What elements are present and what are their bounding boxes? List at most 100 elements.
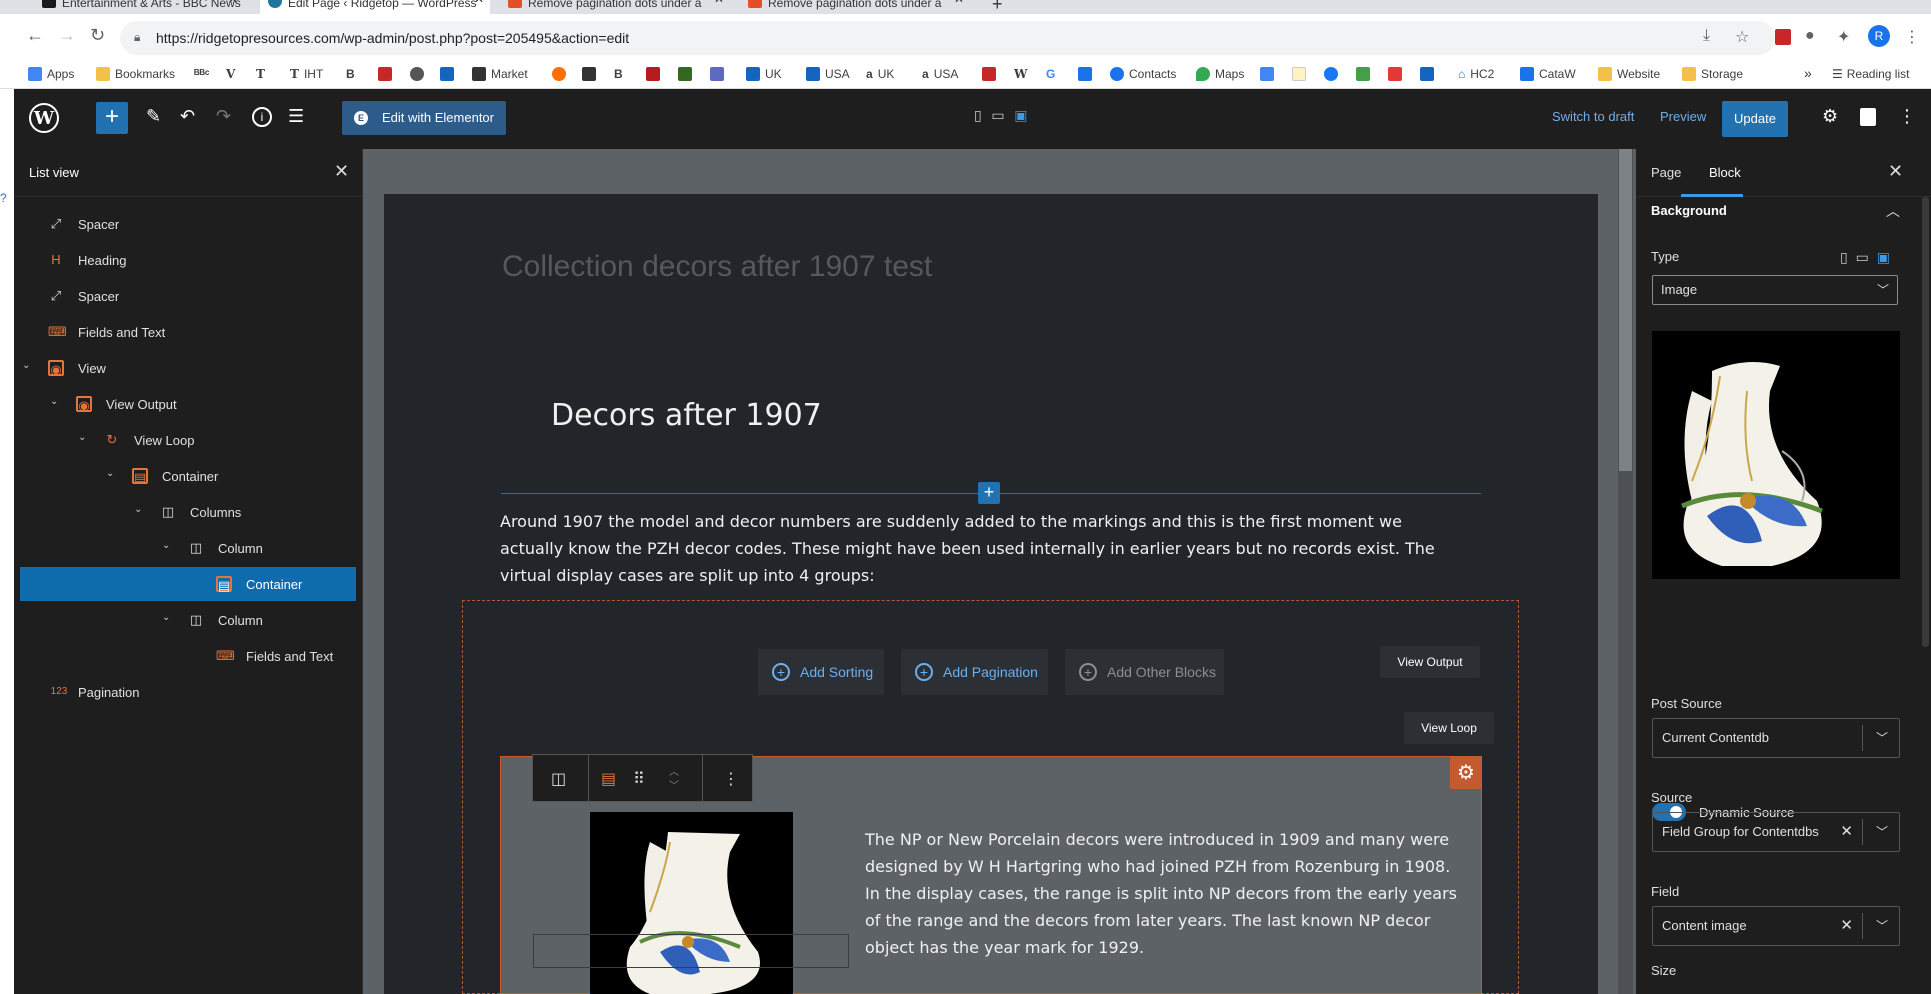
bookmark-site[interactable] bbox=[582, 67, 601, 81]
bookmark-site[interactable]: ᴮᴮᶜ bbox=[194, 67, 209, 81]
intro-paragraph[interactable]: Around 1907 the model and decor numbers … bbox=[500, 508, 1470, 589]
profile-avatar[interactable]: R bbox=[1868, 25, 1890, 47]
source-select[interactable]: Field Group for Contentdbs ✕ ﹀ bbox=[1652, 812, 1900, 852]
container-block-icon[interactable]: ▤ bbox=[601, 769, 616, 789]
list-view-item[interactable]: ⌨ Fields and Text bbox=[20, 639, 356, 673]
bookmark-site[interactable] bbox=[410, 67, 429, 81]
reading-list-button[interactable]: ☰ Reading list bbox=[1832, 67, 1909, 81]
background-section-title[interactable]: Background bbox=[1651, 203, 1727, 218]
bookmark-market[interactable]: Market bbox=[472, 67, 528, 81]
list-view-item[interactable]: ⌄ ▤ Container bbox=[20, 459, 356, 493]
bookmark-site[interactable] bbox=[1388, 67, 1407, 81]
tab-block[interactable]: Block bbox=[1709, 165, 1741, 180]
bookmark-hc2[interactable]: ⌂ HC2 bbox=[1458, 67, 1494, 81]
drag-handle-icon[interactable]: ⠿ bbox=[633, 769, 645, 789]
close-sidebar-icon[interactable]: ✕ bbox=[1888, 161, 1903, 182]
list-view-item[interactable]: ⌨ Fields and Text bbox=[20, 315, 356, 349]
bookmark-site[interactable] bbox=[1260, 67, 1279, 81]
background-type-select[interactable]: Image ﹀ bbox=[1652, 275, 1898, 305]
np-description-paragraph[interactable]: The NP or New Porcelain decors were intr… bbox=[865, 826, 1465, 961]
bookmark-site[interactable] bbox=[1420, 67, 1439, 81]
bookmark-site[interactable] bbox=[678, 67, 697, 81]
update-button[interactable]: Update bbox=[1722, 101, 1788, 137]
expand-chevron-icon[interactable]: ⌄ bbox=[22, 360, 30, 371]
mobile-device-icon[interactable]: ▯ bbox=[974, 107, 982, 124]
more-bookmarks-button[interactable]: » bbox=[1804, 65, 1812, 81]
tablet-device-icon[interactable]: ▭ bbox=[1856, 249, 1869, 265]
list-view-item[interactable]: ⌄ ◫ Column bbox=[20, 603, 356, 637]
list-view-icon[interactable]: ☰ bbox=[288, 106, 304, 127]
close-tab-icon[interactable]: ✕ bbox=[474, 0, 484, 5]
close-tab-icon[interactable]: ✕ bbox=[954, 0, 964, 5]
undo-icon[interactable]: ↶ bbox=[180, 106, 195, 127]
edit-with-elementor-button[interactable]: E Edit with Elementor bbox=[342, 101, 506, 135]
list-view-item[interactable]: ⌄ ◫ Column bbox=[20, 531, 356, 565]
tab-page[interactable]: Page bbox=[1651, 165, 1681, 180]
extension-icon[interactable] bbox=[1775, 29, 1791, 45]
expand-chevron-icon[interactable]: ⌄ bbox=[50, 396, 58, 407]
sidebar-scrollbar[interactable] bbox=[1922, 197, 1929, 647]
bookmark-site[interactable] bbox=[1078, 67, 1097, 81]
add-pagination-button[interactable]: + Add Pagination bbox=[901, 649, 1048, 695]
bookmark-cataw[interactable]: CataW bbox=[1520, 67, 1576, 81]
bookmark-site[interactable]: V bbox=[226, 67, 235, 81]
view-output-tag-button[interactable]: View Output bbox=[1380, 646, 1480, 678]
expand-chevron-icon[interactable]: ⌄ bbox=[106, 468, 114, 479]
browser-menu-icon[interactable]: ⋮ bbox=[1904, 27, 1920, 47]
chevron-up-icon[interactable]: ︿ bbox=[1886, 201, 1900, 221]
bookmark-contacts[interactable]: Contacts bbox=[1110, 67, 1176, 81]
google-icon[interactable]: G bbox=[1046, 67, 1055, 81]
clear-icon[interactable]: ✕ bbox=[1840, 813, 1853, 851]
bookmark-site[interactable] bbox=[378, 67, 397, 81]
address-bar[interactable]: 🔒︎ https://ridgetopresources.com/wp-admi… bbox=[120, 21, 1775, 55]
expand-chevron-icon[interactable]: ⌄ bbox=[134, 504, 142, 515]
bookmark-uk[interactable]: UK bbox=[746, 67, 782, 81]
new-tab-button[interactable]: + bbox=[992, 0, 1003, 14]
block-settings-gear-icon[interactable]: ⚙ bbox=[1450, 757, 1482, 789]
expand-chevron-icon[interactable]: ⌄ bbox=[162, 612, 170, 623]
redo-icon[interactable]: ↷ bbox=[216, 106, 231, 127]
bookmark-maps[interactable]: Maps bbox=[1196, 67, 1244, 81]
list-view-item[interactable]: ⌄ ◫ Columns bbox=[20, 495, 356, 529]
add-block-button[interactable]: + bbox=[96, 102, 128, 134]
close-tab-icon[interactable]: ✕ bbox=[714, 0, 724, 5]
bookmark-iht[interactable]: T IHT bbox=[290, 67, 323, 81]
close-list-view-icon[interactable]: ✕ bbox=[334, 161, 349, 182]
list-view-item[interactable]: ⤢ Spacer bbox=[20, 279, 356, 313]
bookmark-site[interactable]: W bbox=[1014, 67, 1027, 81]
block-options[interactable]: ⋮ bbox=[703, 755, 752, 801]
browser-tab[interactable]: Entertainment & Arts - BBC News ✕ bbox=[34, 0, 244, 14]
inserter-plus-button[interactable]: + bbox=[978, 482, 1000, 504]
bookmark-star-icon[interactable]: ☆ bbox=[1735, 27, 1749, 47]
switch-to-draft-button[interactable]: Switch to draft bbox=[1552, 109, 1634, 124]
move-up-icon[interactable]: ︿ bbox=[669, 763, 679, 778]
bookmark-apps[interactable]: Apps bbox=[28, 67, 74, 81]
bookmark-site[interactable] bbox=[1292, 67, 1311, 81]
page-title[interactable]: Collection decors after 1907 test bbox=[502, 250, 932, 284]
heading-block[interactable]: Decors after 1907 bbox=[551, 398, 822, 433]
background-image-preview[interactable] bbox=[1652, 331, 1900, 579]
add-other-blocks-button[interactable]: + Add Other Blocks bbox=[1065, 649, 1224, 695]
bookmark-site[interactable] bbox=[982, 67, 1001, 81]
bookmark-amazon-uk[interactable]: a UK bbox=[866, 67, 894, 81]
bookmark-site[interactable] bbox=[646, 67, 665, 81]
list-view-item[interactable]: H Heading bbox=[20, 243, 356, 277]
bookmark-site[interactable] bbox=[440, 67, 459, 81]
bookmark-website[interactable]: Website bbox=[1598, 67, 1660, 81]
move-down-icon[interactable]: ﹀ bbox=[669, 777, 679, 792]
bookmark-storage[interactable]: Storage bbox=[1682, 67, 1743, 81]
canvas-scrollbar-thumb[interactable] bbox=[1619, 149, 1632, 471]
bookmark-site[interactable]: B bbox=[614, 67, 623, 81]
list-view-item[interactable]: ▤ Container bbox=[20, 567, 356, 601]
bookmark-site[interactable] bbox=[710, 67, 729, 81]
pencil-tools-icon[interactable]: ✎ bbox=[146, 106, 161, 127]
desktop-device-icon[interactable]: ▣ bbox=[1014, 107, 1027, 124]
preview-button[interactable]: Preview bbox=[1660, 109, 1706, 124]
view-loop-tag-button[interactable]: View Loop bbox=[1404, 712, 1494, 744]
list-view-item[interactable]: ⌄ ◉ View bbox=[20, 351, 356, 385]
forward-arrow-icon[interactable]: → bbox=[58, 25, 76, 46]
expand-chevron-icon[interactable]: ⌄ bbox=[78, 432, 86, 443]
clear-icon[interactable]: ✕ bbox=[1840, 907, 1853, 945]
bookmark-site[interactable]: B bbox=[346, 67, 355, 81]
field-select[interactable]: Content image ✕ ﹀ bbox=[1652, 906, 1900, 946]
